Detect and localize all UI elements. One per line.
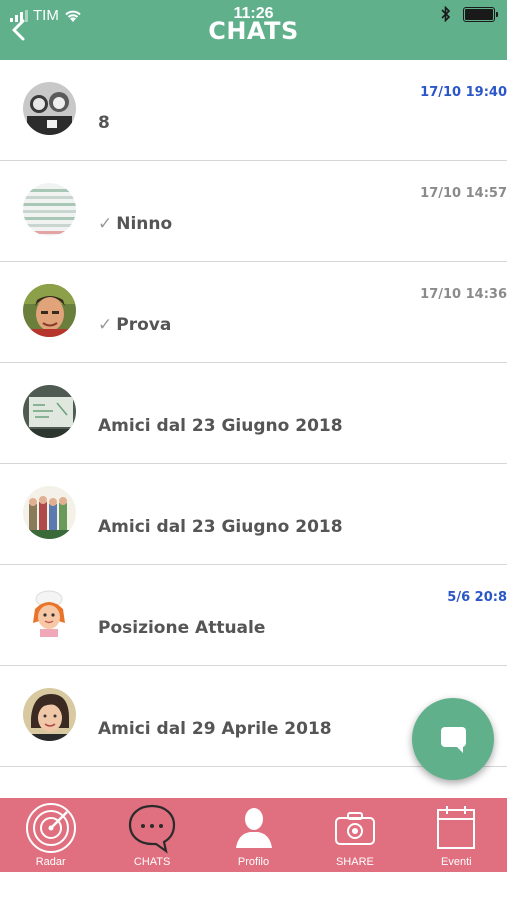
page-title: CHATS	[208, 17, 299, 45]
chat-name: ✓ Ninno	[98, 214, 173, 234]
tab-radar[interactable]: Radar	[0, 798, 101, 872]
chat-name: Posizione Attuale	[98, 618, 266, 638]
message-icon	[441, 727, 466, 753]
tab-chats[interactable]: CHATS	[101, 798, 202, 872]
chat-time: 17/10 14:57	[420, 186, 507, 201]
chat-name: Amici dal 23 Giugno 2018	[98, 517, 343, 537]
chat-name: Amici dal 23 Giugno 2018	[98, 416, 343, 436]
tab-label: Eventi	[441, 856, 472, 868]
chat-row[interactable]: Amici dal 23 Giugno 2018	[0, 464, 507, 565]
chat-list: 8 17/10 19:40 ✓ Ninno 17/10 14:57 ✓ Prov…	[0, 60, 507, 767]
chat-time: 17/10 19:40	[420, 85, 507, 100]
calendar-icon	[437, 806, 476, 849]
tab-label: CHATS	[133, 856, 171, 868]
avatar-cartoon-group-icon	[23, 486, 76, 539]
chat-row[interactable]: 8 17/10 19:40	[0, 60, 507, 161]
new-chat-button[interactable]	[412, 698, 494, 780]
chat-name: 8	[98, 113, 110, 133]
avatar-man-icon	[23, 284, 76, 337]
chat-row[interactable]: Posizione Attuale 5/6 20:8	[0, 565, 507, 666]
tab-label: Profilo	[237, 856, 270, 868]
avatar-chef-girl-icon	[23, 587, 76, 640]
chat-row[interactable]: Amici dal 23 Giugno 2018	[0, 363, 507, 464]
avatar-whiteboard-icon	[23, 385, 76, 438]
chat-time: 5/6 20:8	[447, 590, 507, 605]
chat-name: Amici dal 29 Aprile 2018	[98, 719, 332, 739]
read-check-icon: ✓	[98, 315, 113, 335]
radar-icon	[25, 803, 76, 853]
tab-profilo[interactable]: Profilo	[203, 798, 304, 872]
camera-icon	[334, 812, 375, 845]
avatar-blinds-icon	[23, 183, 76, 236]
tab-eventi[interactable]: Eventi	[406, 798, 507, 872]
chat-row[interactable]: ✓ Prova 17/10 14:36	[0, 262, 507, 363]
avatar-woman-icon	[23, 688, 76, 741]
header-bar: TIM 11:26 CHATS	[0, 0, 507, 60]
chat-row[interactable]: ✓ Ninno 17/10 14:57	[0, 161, 507, 262]
bottom-spacer	[0, 872, 507, 900]
bottom-tab-bar: Radar CHATS Profilo SHARE Eventi	[0, 798, 507, 872]
chat-name: ✓ Prova	[98, 315, 172, 335]
read-check-icon: ✓	[98, 214, 113, 234]
profile-icon	[235, 808, 272, 848]
tab-share[interactable]: SHARE	[304, 798, 405, 872]
chat-time: 17/10 14:36	[420, 287, 507, 302]
chat-bubble-icon	[129, 804, 176, 854]
avatar-group-bw-icon	[23, 82, 76, 135]
tab-label: SHARE	[335, 856, 374, 868]
tab-label: Radar	[35, 856, 66, 868]
